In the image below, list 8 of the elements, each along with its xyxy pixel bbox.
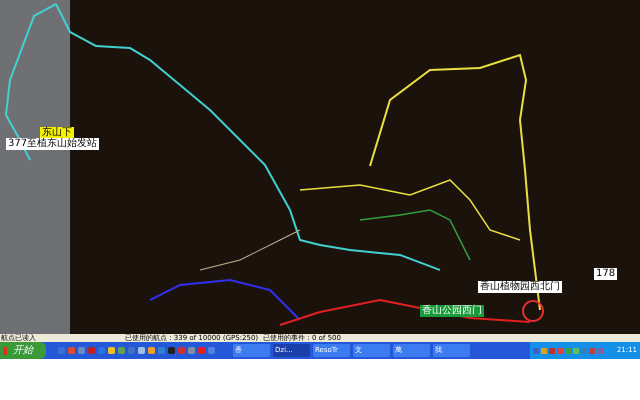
- start-button[interactable]: 开始: [0, 342, 46, 359]
- map-label: 香山植物园西北门: [478, 281, 562, 293]
- circle-marker-icon: [522, 300, 544, 322]
- map-label: 香山公园西门: [420, 305, 484, 317]
- windows-logo-icon: [3, 346, 11, 354]
- map-label: 377至植东山始发站: [6, 138, 100, 150]
- map-label: 178: [594, 268, 618, 280]
- map-label: 东山下: [40, 127, 74, 139]
